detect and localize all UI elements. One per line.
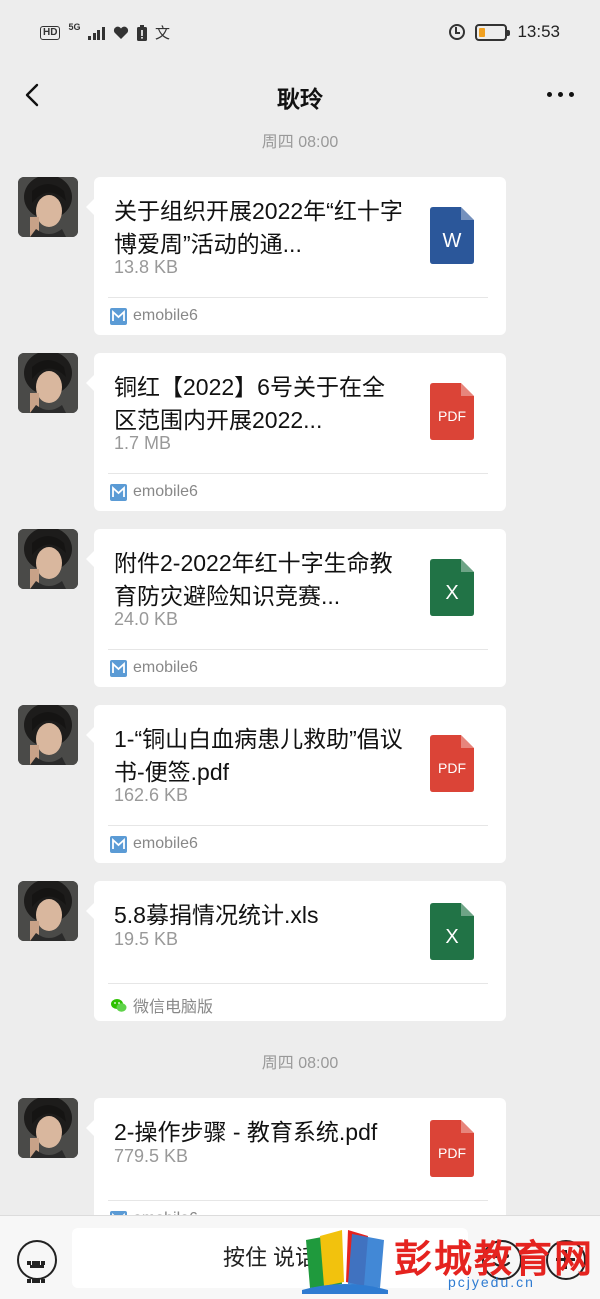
- source-app: emobile6: [110, 835, 198, 853]
- keyboard-toggle-icon[interactable]: [17, 1240, 57, 1283]
- status-right: 13:53: [449, 22, 560, 42]
- sender-avatar[interactable]: [18, 353, 78, 413]
- file-size: 13.8 KB: [114, 257, 179, 277]
- alarm-icon: [449, 24, 466, 40]
- divider: [108, 1200, 488, 1201]
- file-card[interactable]: 铜红【2022】6号关于在全区范围内开展2022... 1.7 MB PDF emob…: [86, 353, 506, 511]
- wechat-app-icon: [111, 998, 127, 1012]
- excel-file-icon: X: [430, 559, 474, 616]
- watermark-url: pcjyedu.cn: [448, 1274, 535, 1290]
- source-label: emobile6: [133, 835, 198, 852]
- watermark: 彭城教育网 pcjyedu.cn: [298, 1222, 600, 1299]
- file-size: 24.0 KB: [114, 609, 179, 629]
- sender-avatar[interactable]: [18, 1098, 78, 1158]
- sender-avatar[interactable]: [18, 177, 78, 237]
- svg-text:PDF: PDF: [438, 1145, 466, 1161]
- source-label: emobile6: [133, 659, 198, 676]
- emobile-app-icon: [110, 307, 127, 325]
- clock: 13:53: [517, 22, 560, 41]
- pdf-file-icon: PDF: [430, 383, 474, 440]
- file-size: 162.6 KB: [114, 785, 189, 805]
- file-name: 2-操作步骤 - 教育系统.pdf: [114, 1119, 378, 1145]
- file-name: 1-“铜山白血病患儿救助”倡议书-便签.pdf: [114, 726, 403, 785]
- file-name: 关于组织开展2022年“红十字博爱周”活动的通...: [114, 198, 403, 257]
- emobile-app-icon: [110, 835, 127, 853]
- divider: [108, 649, 488, 650]
- message-timestamp: 周四 08:00: [261, 134, 339, 151]
- svg-text:W: W: [443, 230, 462, 252]
- file-card[interactable]: 1-“铜山白血病患儿救助”倡议书-便签.pdf 162.6 KB PDF emobil…: [86, 705, 506, 863]
- excel-file-icon: X: [430, 903, 474, 960]
- svg-text:PDF: PDF: [438, 760, 466, 776]
- word-file-icon: W: [430, 207, 474, 264]
- chat-title: 耿玲: [277, 86, 323, 112]
- pdf-file-icon: PDF: [430, 1120, 474, 1177]
- file-name: 5.8募捐情况统计.xls: [114, 902, 319, 928]
- sender-avatar[interactable]: [18, 705, 78, 765]
- divider: [108, 297, 488, 298]
- file-size: 19.5 KB: [114, 929, 179, 949]
- more-options-icon[interactable]: [547, 92, 574, 97]
- input-method-icon: 文: [154, 25, 170, 42]
- sender-avatar[interactable]: [18, 881, 78, 941]
- source-label: 微信电脑版: [133, 999, 214, 1016]
- source-label: emobile6: [133, 483, 198, 500]
- source-label: emobile6: [133, 307, 198, 324]
- svg-text:X: X: [445, 926, 458, 948]
- svg-text:X: X: [445, 582, 458, 604]
- file-card[interactable]: 附件2-2022年红十字生命教育防灾避险知识竞赛... 24.0 KB Xemobi…: [86, 529, 506, 687]
- message-timestamp: 周四 08:00: [261, 1055, 339, 1072]
- network-type: 5G: [68, 22, 81, 32]
- file-size: 779.5 KB: [114, 1146, 189, 1166]
- svg-text:PDF: PDF: [438, 408, 466, 424]
- status-bar: HD 5G 文 13:53: [0, 0, 600, 66]
- source-app: emobile6: [110, 483, 198, 501]
- pdf-file-icon: PDF: [430, 735, 474, 792]
- status-left: HD 5G 文: [40, 22, 170, 43]
- sim-alert-icon: [136, 24, 147, 41]
- book-logo-icon: [302, 1230, 388, 1294]
- divider: [108, 825, 488, 826]
- source-app: emobile6: [110, 659, 198, 677]
- emobile-app-icon: [110, 483, 127, 501]
- divider: [108, 473, 488, 474]
- emobile-app-icon: [110, 659, 127, 677]
- divider: [108, 983, 488, 984]
- file-name: 附件2-2022年红十字生命教育防灾避险知识竞赛...: [114, 550, 393, 609]
- source-app: 微信电脑版: [110, 993, 213, 1017]
- battery-icon: [475, 23, 511, 41]
- hd-badge: HD: [40, 25, 61, 40]
- sender-avatar[interactable]: [18, 529, 78, 589]
- source-app: emobile6: [110, 307, 198, 325]
- file-name: 铜红【2022】6号关于在全区范围内开展2022...: [114, 374, 385, 433]
- signal-icon: [88, 26, 105, 40]
- file-size: 1.7 MB: [114, 433, 172, 453]
- nav-bar: 耿玲: [0, 66, 600, 124]
- heart-icon: [113, 26, 129, 39]
- file-card[interactable]: 关于组织开展2022年“红十字博爱周”活动的通... 13.8 KB Wemobil…: [86, 177, 506, 335]
- file-card[interactable]: 5.8募捐情况统计.xls 19.5 KB X 微信电脑版: [86, 881, 506, 1021]
